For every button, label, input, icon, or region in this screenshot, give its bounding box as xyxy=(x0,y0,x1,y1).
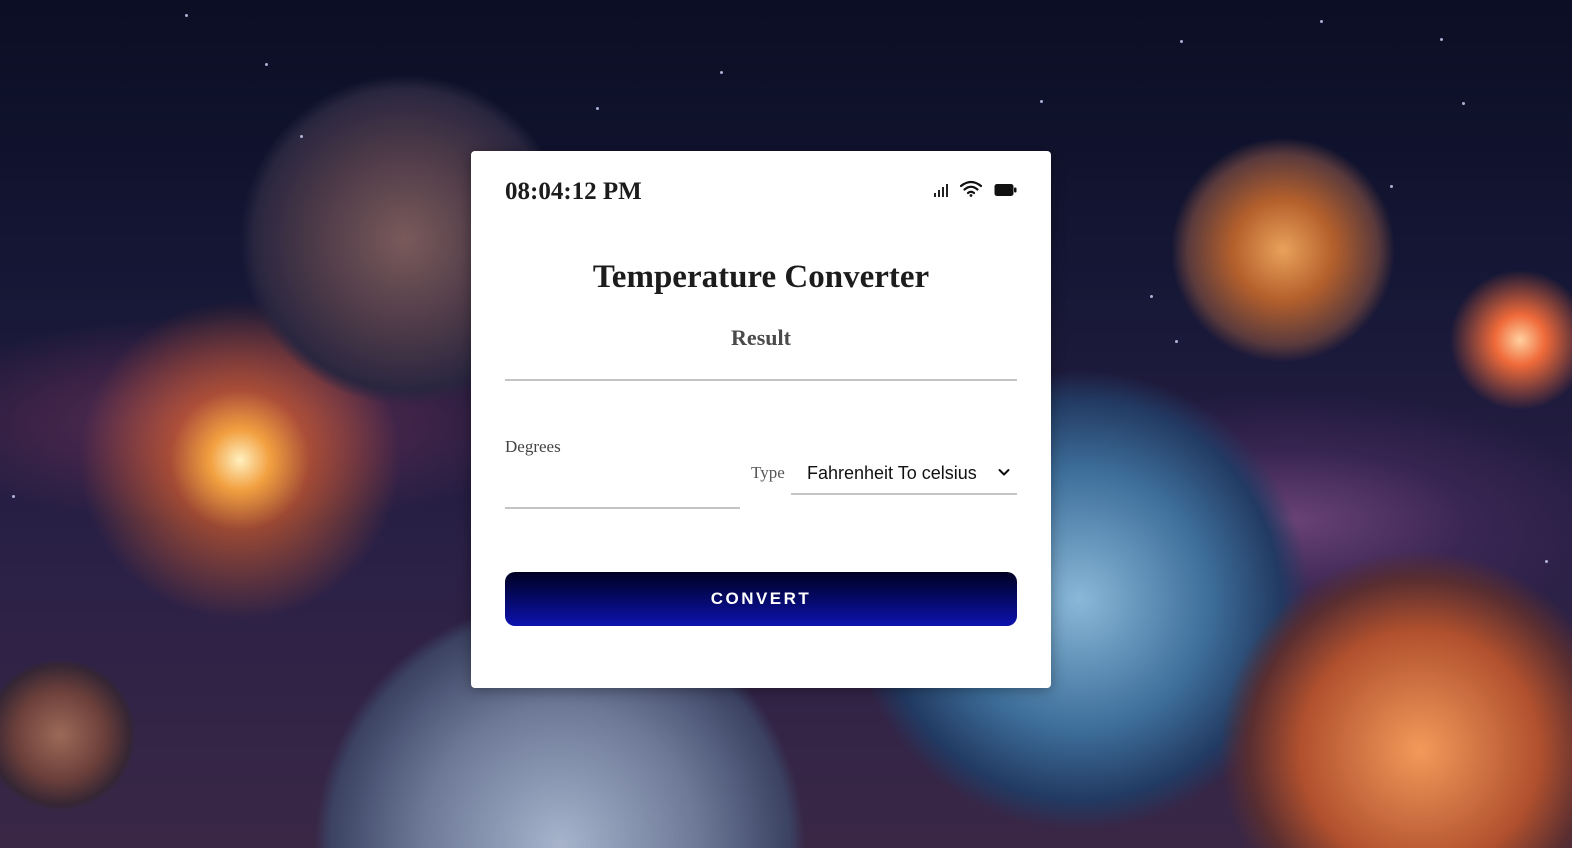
degrees-input[interactable] xyxy=(505,473,740,509)
star xyxy=(596,107,599,110)
star xyxy=(720,71,723,74)
degrees-label: Degrees xyxy=(505,437,561,456)
star xyxy=(1462,102,1465,105)
star xyxy=(185,14,188,17)
converter-card: 08:04:12 PM Temperature Converter Result… xyxy=(471,151,1051,688)
star xyxy=(1040,100,1043,103)
battery-icon xyxy=(994,184,1017,196)
type-label: Type xyxy=(751,463,785,482)
signal-icon xyxy=(934,183,948,197)
status-time: 08:04:12 PM xyxy=(505,178,642,205)
type-select[interactable]: Fahrenheit To celsius xyxy=(791,453,1017,495)
result-divider xyxy=(505,379,1017,381)
star xyxy=(265,63,268,66)
wifi-icon xyxy=(960,180,982,197)
result-label: Result xyxy=(731,325,791,350)
star xyxy=(1180,40,1183,43)
chevron-down-icon xyxy=(998,469,1010,476)
star xyxy=(12,495,15,498)
status-icons xyxy=(934,180,1017,197)
star xyxy=(1390,185,1393,188)
star xyxy=(1150,295,1153,298)
star xyxy=(1320,20,1323,23)
star xyxy=(1175,340,1178,343)
star xyxy=(1545,560,1548,563)
page-title: Temperature Converter xyxy=(592,259,930,295)
star xyxy=(300,135,303,138)
star xyxy=(1440,38,1443,41)
convert-button[interactable]: CONVERT xyxy=(505,572,1017,626)
type-select-value: Fahrenheit To celsius xyxy=(807,462,977,483)
